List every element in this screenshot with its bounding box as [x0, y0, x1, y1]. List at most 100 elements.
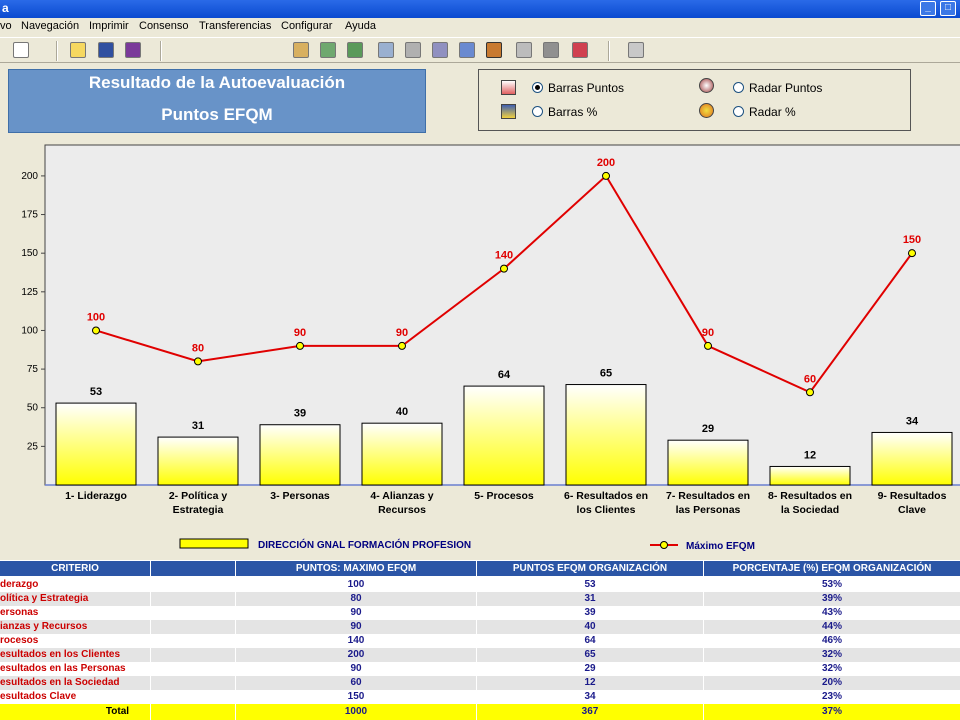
- bar: [463, 385, 545, 486]
- radar-percent-icon: [699, 103, 714, 118]
- export-icon[interactable]: [516, 42, 532, 58]
- line-point: [296, 341, 304, 350]
- line-value-label: 90: [396, 327, 408, 339]
- x-tick-label: 2- Política y: [169, 490, 228, 502]
- matrix-icon[interactable]: [405, 42, 421, 58]
- criterio-cell: esultados Clave: [0, 691, 77, 702]
- percentage-cell: 53%: [821, 579, 842, 590]
- tree-icon[interactable]: [347, 42, 363, 58]
- x-tick-label: 4- Alianzas y: [370, 490, 433, 502]
- toolbar-separator: [608, 41, 610, 61]
- line-point: [602, 171, 610, 180]
- print-icon[interactable]: [628, 42, 644, 58]
- book-icon[interactable]: [125, 42, 141, 58]
- column-divider: [476, 560, 477, 720]
- bar-value-label: 40: [396, 406, 408, 418]
- menu-archivo[interactable]: vo: [0, 20, 12, 32]
- column-divider: [703, 560, 704, 720]
- efqm-chart: 25 50 75 100 125 150 175 200 53 31 39 40 64 65 29 12 34 1…: [21, 144, 960, 552]
- org-points-cell: 65: [584, 649, 596, 660]
- legend-bar-label: DIRECCIÓN GNAL FORMACIÓN PROFESION: [258, 538, 471, 551]
- bar: [55, 402, 137, 486]
- option-label-radar-puntos[interactable]: Radar Puntos: [749, 81, 822, 95]
- toolbar-separator: [160, 41, 162, 61]
- table-header-cell[interactable]: CRITERIO: [0, 561, 150, 576]
- table-header-cell[interactable]: [151, 561, 235, 576]
- x-tick-label: 5- Procesos: [474, 490, 534, 502]
- x-tick-label: Recursos: [378, 504, 426, 516]
- line-point: [500, 264, 508, 273]
- compare-icon[interactable]: [378, 42, 394, 58]
- criterio-cell: rocesos: [0, 635, 39, 646]
- x-tick-label: las Personas: [676, 504, 741, 516]
- home-icon[interactable]: [293, 42, 309, 58]
- option-label-radar-porcentaje[interactable]: Radar %: [749, 105, 796, 119]
- menu-configurar[interactable]: Configurar: [281, 20, 332, 32]
- bar-chart-icon[interactable]: [459, 42, 475, 58]
- org-points-cell: 64: [584, 635, 596, 646]
- total-max-points: 1000: [344, 706, 368, 717]
- radio-radar-porcentaje[interactable]: [733, 106, 744, 117]
- legend-bar-swatch: [179, 538, 249, 549]
- page-title: Resultado de la Autoevaluación: [88, 73, 346, 92]
- bar-points-icon: [501, 80, 516, 95]
- legend-line-label: Máximo EFQM: [686, 541, 755, 552]
- radio-barras-puntos[interactable]: [532, 82, 543, 93]
- bar-percent-icon: [501, 104, 516, 119]
- table-header-cell[interactable]: PUNTOS EFQM ORGANIZACIÓN: [477, 561, 703, 576]
- maximize-button[interactable]: □: [940, 1, 956, 16]
- toolbar-separator: [56, 41, 58, 61]
- bar: [667, 439, 749, 486]
- title-bar: a _ □: [0, 0, 960, 18]
- table-header-cell[interactable]: PUNTOS: MAXIMO EFQM: [236, 561, 476, 576]
- org-points-cell: 53: [584, 579, 596, 590]
- menu-ayuda[interactable]: Ayuda: [345, 20, 376, 32]
- x-tick-label: los Clientes: [577, 504, 636, 516]
- camera-icon[interactable]: [543, 42, 559, 58]
- menu-navegacion[interactable]: Navegación: [21, 20, 79, 32]
- menu-imprimir[interactable]: Imprimir: [89, 20, 129, 32]
- bar: [259, 424, 341, 486]
- org-points-cell: 12: [584, 677, 596, 688]
- radar-points-icon: [699, 78, 714, 93]
- y-tick-label: 150: [21, 248, 38, 259]
- option-label-barras-porcentaje[interactable]: Barras %: [548, 105, 597, 119]
- line-point: [398, 341, 406, 350]
- radio-barras-porcentaje[interactable]: [532, 106, 543, 117]
- option-label-barras-puntos[interactable]: Barras Puntos: [548, 81, 624, 95]
- max-points-cell: 80: [350, 593, 362, 604]
- radio-radar-puntos[interactable]: [733, 82, 744, 93]
- minimize-button[interactable]: _: [920, 1, 936, 16]
- toolbar: [0, 37, 960, 63]
- criterio-cell: esultados en las Personas: [0, 663, 126, 674]
- percentage-cell: 46%: [821, 635, 842, 646]
- page-subtitle: Puntos EFQM: [161, 105, 273, 124]
- x-tick-label: 8- Resultados en: [768, 490, 852, 502]
- bar: [871, 431, 953, 486]
- percentage-cell: 32%: [821, 649, 842, 660]
- line-point: [806, 388, 814, 397]
- org-points-cell: 29: [584, 663, 596, 674]
- line-value-label: 90: [702, 327, 714, 339]
- chart-options-panel: Barras Puntos Barras % Radar Puntos Rada…: [478, 69, 911, 131]
- criterio-cell: ianzas y Recursos: [0, 621, 88, 632]
- y-tick-label: 100: [21, 325, 38, 336]
- menu-consenso[interactable]: Consenso: [139, 20, 189, 32]
- menu-transferencias[interactable]: Transferencias: [199, 20, 271, 32]
- table-header-cell[interactable]: PORCENTAJE (%) EFQM ORGANIZACIÓN: [704, 561, 960, 576]
- radar-icon[interactable]: [486, 42, 502, 58]
- max-points-cell: 90: [350, 621, 362, 632]
- max-points-cell: 100: [347, 579, 365, 590]
- list-icon[interactable]: [320, 42, 336, 58]
- line-point: [704, 341, 712, 350]
- y-tick-label: 25: [27, 441, 39, 452]
- x-tick-label: Estrategia: [173, 504, 224, 516]
- max-points-cell: 60: [350, 677, 362, 688]
- folder-icon[interactable]: [70, 42, 86, 58]
- help-icon[interactable]: [13, 42, 29, 58]
- results-table: CRITERIO PUNTOS: MAXIMO EFQM PUNTOS EFQM O…: [0, 560, 960, 720]
- user-icon[interactable]: [98, 42, 114, 58]
- table-icon[interactable]: [432, 42, 448, 58]
- percentage-cell: 32%: [821, 663, 842, 674]
- palette-icon[interactable]: [572, 42, 588, 58]
